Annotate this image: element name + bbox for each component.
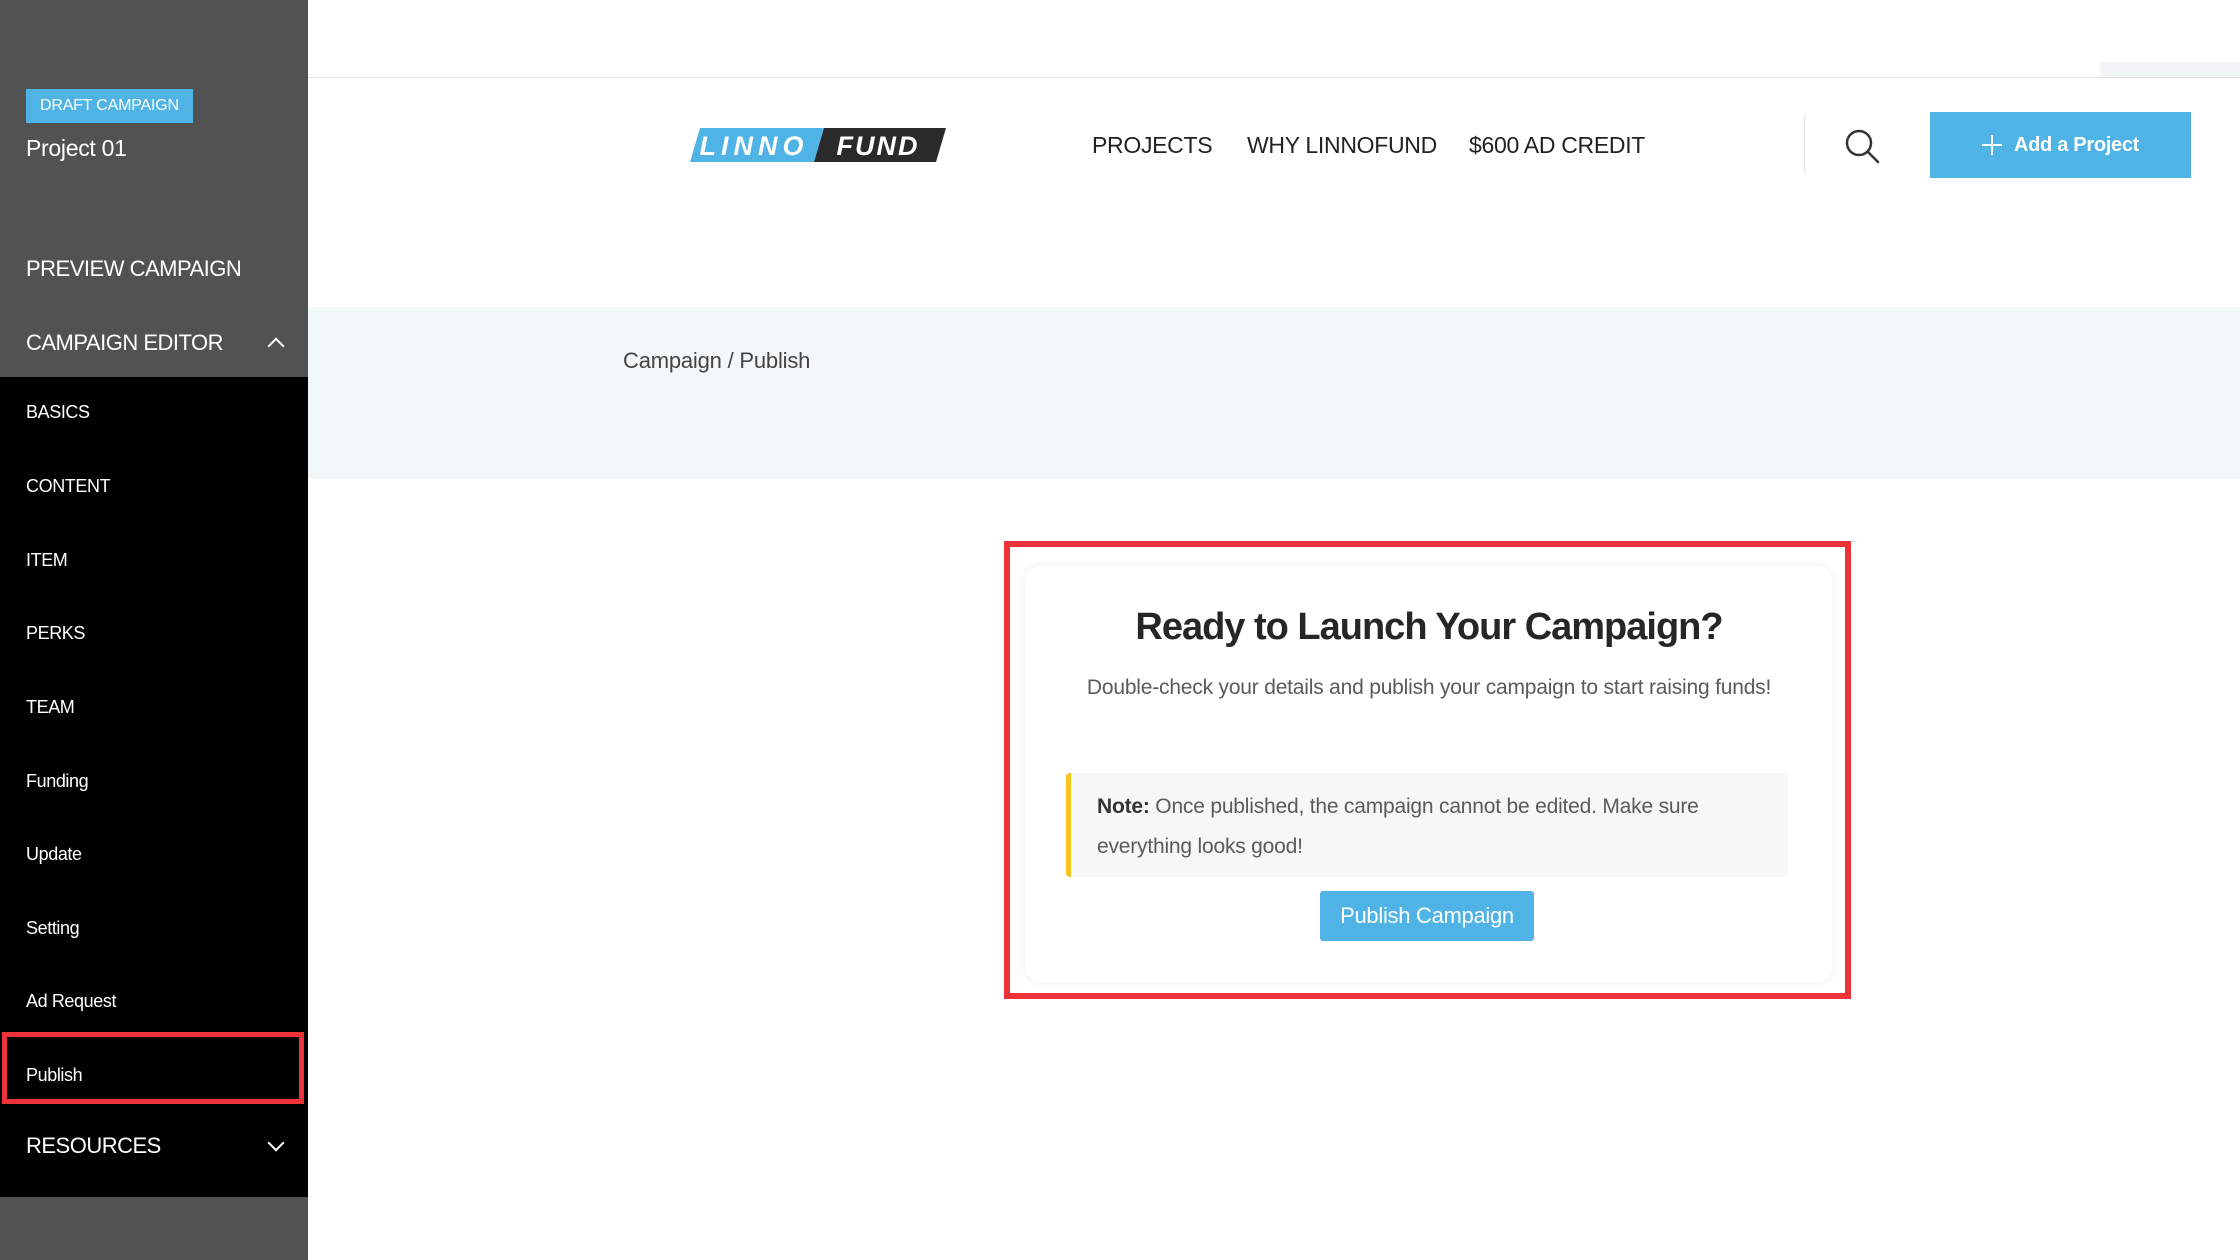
add-project-label: Add a Project [2013,133,2140,156]
preview-campaign-label: PREVIEW CAMPAIGN [26,256,242,281]
sidebar-item-team[interactable]: TEAM [26,697,75,718]
project-name: Project 01 [26,135,127,161]
publish-note: Note: Once published, the campaign canno… [1066,773,1788,877]
sidebar: DRAFT CAMPAIGN Project 01 PREVIEW CAMPAI… [0,0,308,1260]
breadcrumb-band [308,307,2240,479]
sidebar-item-ad-request[interactable]: Ad Request [26,991,116,1012]
top-divider [308,77,2240,78]
resources-label: RESOURCES [26,1133,161,1158]
note-label: Note: [1097,795,1150,818]
campaign-editor-label: CAMPAIGN EDITOR [26,330,224,355]
nav-projects[interactable]: PROJECTS [1092,132,1213,159]
sidebar-item-content[interactable]: CONTENT [26,476,111,497]
publish-campaign-button[interactable]: Publish Campaign [1320,891,1534,941]
linnofund-logo[interactable]: LINNO FUND [690,124,946,166]
nav-why-linnofund[interactable]: WHY LINNOFUND [1247,132,1437,159]
active-item-highlight [2,1032,304,1104]
add-project-button[interactable]: Add a Project [1930,112,2191,178]
note-text: Once published, the campaign cannot be e… [1097,795,1699,858]
chevron-up-icon [267,337,285,355]
logo-text-left: LINNO [700,131,809,161]
sidebar-item-item[interactable]: ITEM [26,550,68,571]
publish-card: Ready to Launch Your Campaign? Double-ch… [1026,566,1832,982]
search-icon[interactable] [1842,126,1882,166]
sidebar-item-basics[interactable]: BASICS [26,402,90,423]
plus-icon [1981,135,2002,155]
preview-campaign-link[interactable]: PREVIEW CAMPAIGN [26,256,242,282]
breadcrumb: Campaign / Publish [623,348,811,373]
campaign-editor-toggle[interactable]: CAMPAIGN EDITOR [26,330,285,356]
sidebar-item-funding[interactable]: Funding [26,771,89,792]
card-description: Double-check your details and publish yo… [1086,676,1772,699]
logo-text-right: FUND [837,131,920,161]
chevron-down-icon [267,1134,285,1152]
nav-ad-credit[interactable]: $600 AD CREDIT [1469,132,1645,159]
sidebar-item-perks[interactable]: PERKS [26,623,85,644]
header-divider [1804,116,1805,172]
sidebar-item-update[interactable]: Update [26,844,82,865]
sidebar-item-setting[interactable]: Setting [26,918,80,939]
resources-toggle[interactable]: RESOURCES [26,1133,285,1159]
card-title: Ready to Launch Your Campaign? [1135,606,1723,648]
draft-campaign-badge: DRAFT CAMPAIGN [26,89,193,123]
top-tab-strip [2100,62,2240,77]
